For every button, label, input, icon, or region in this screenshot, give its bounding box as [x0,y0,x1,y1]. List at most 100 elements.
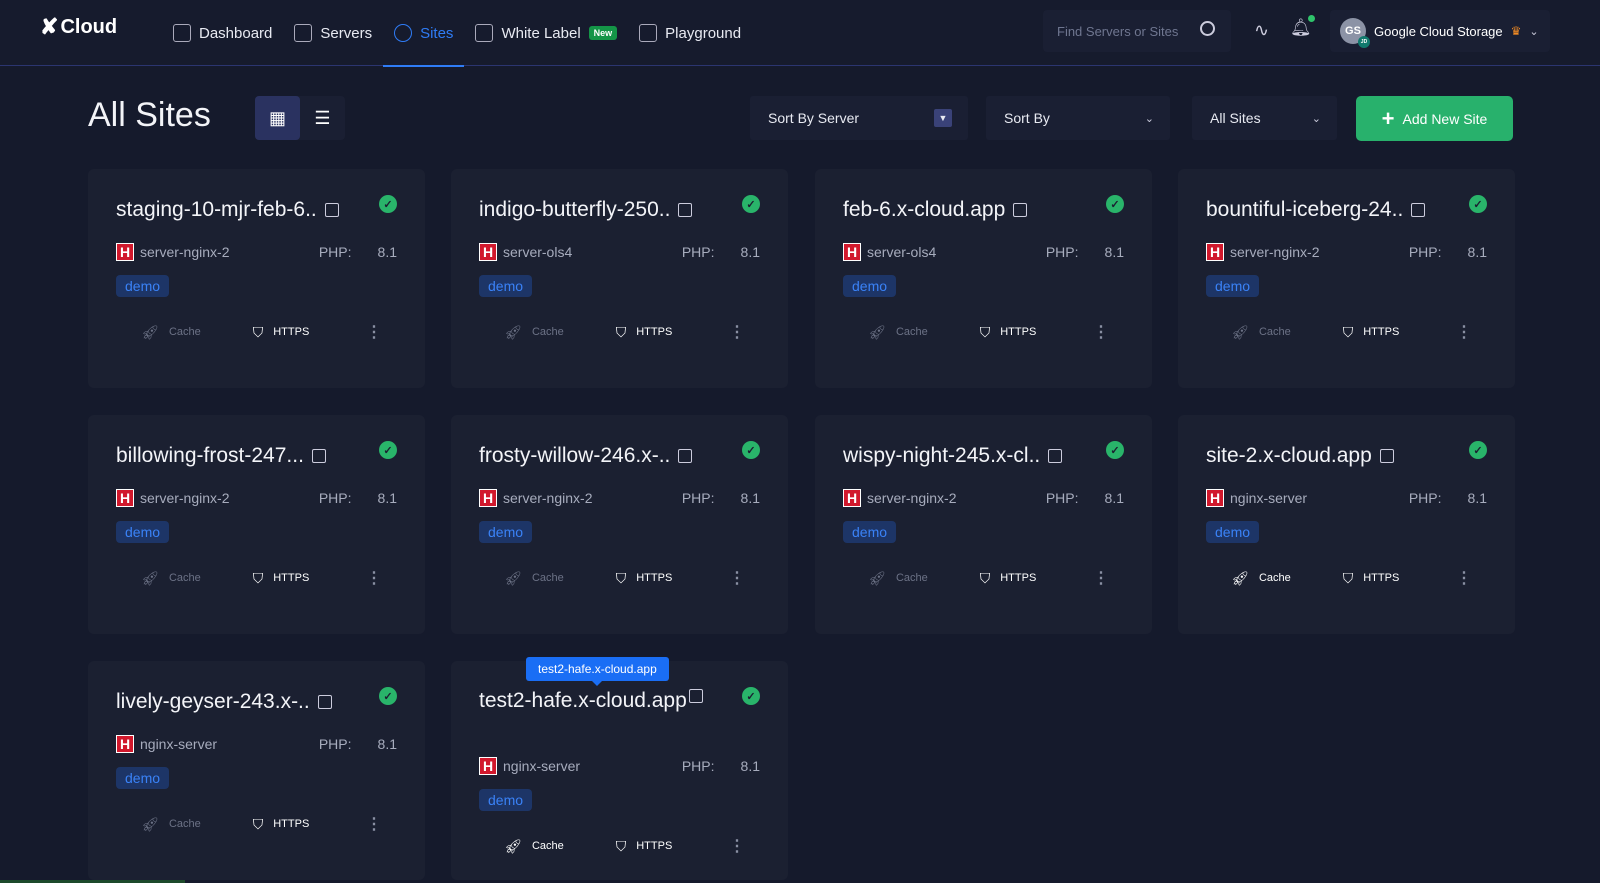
search-input[interactable]: Find Servers or Sites [1043,10,1231,52]
site-name-link[interactable]: site-2.x-cloud.app [1206,444,1372,468]
external-link-icon[interactable] [1411,203,1426,217]
site-name-link[interactable]: bountiful-iceberg-24.. [1206,198,1403,222]
cache-button[interactable]: 🚀︎ Cache [116,324,226,341]
site-tag[interactable]: demo [843,275,897,297]
sort-by-select[interactable]: Sort By ⌄ [986,96,1170,140]
nav-white-label[interactable]: White Label New [464,0,628,66]
server-name[interactable]: server-nginx-2 [140,244,229,260]
external-link-icon[interactable] [678,449,693,463]
shield-icon: ⛉ [252,815,264,832]
site-name-link[interactable]: billowing-frost-247... [116,444,304,468]
site-tag[interactable]: demo [116,275,170,297]
site-name-link[interactable]: staging-10-mjr-feb-6.. [116,198,317,222]
shield-icon: ⛉ [615,837,627,854]
external-link-icon[interactable] [324,203,339,217]
site-tag[interactable]: demo [116,521,170,543]
cache-button[interactable]: 🚀︎ Cache [479,838,589,855]
site-card[interactable]: feb-6.x-cloud.app ✓ H server-ols4 PHP: 8.… [815,169,1152,388]
site-tag[interactable]: demo [479,521,533,543]
site-card[interactable]: indigo-butterfly-250.. ✓ H server-ols4 P… [451,169,788,388]
site-name-link[interactable]: indigo-butterfly-250.. [479,198,670,222]
list-view-button[interactable]: ☰ [300,96,345,140]
site-name-link[interactable]: wispy-night-245.x-cl.. [843,444,1040,468]
server-name[interactable]: server-nginx-2 [1230,244,1319,260]
cache-button[interactable]: 🚀︎ Cache [843,570,953,587]
https-button[interactable]: ⛉ HTTPS [226,570,336,587]
nav-sites[interactable]: Sites [383,0,465,67]
more-options-icon[interactable]: ⋮ [1456,568,1472,588]
site-card[interactable]: bountiful-iceberg-24.. ✓ H server-nginx-… [1178,169,1515,388]
site-tag[interactable]: demo [1206,275,1260,297]
more-options-icon[interactable]: ⋮ [1456,322,1472,342]
https-button[interactable]: ⛉ HTTPS [589,570,699,587]
server-name[interactable]: server-nginx-2 [503,490,592,506]
more-options-icon[interactable]: ⋮ [1093,322,1109,342]
more-options-icon[interactable]: ⋮ [366,568,382,588]
server-name[interactable]: server-ols4 [503,244,572,260]
more-options-icon[interactable]: ⋮ [366,322,382,342]
nav-servers[interactable]: Servers [283,0,383,66]
site-card[interactable]: billowing-frost-247... ✓ H server-nginx-… [88,415,425,634]
sort-by-server-select[interactable]: Sort By Server ▼ [750,96,968,140]
white-label-icon [475,24,494,42]
site-name-link[interactable]: feb-6.x-cloud.app [843,198,1005,222]
external-link-icon[interactable] [317,695,332,709]
external-link-icon[interactable] [311,449,326,463]
https-button[interactable]: ⛉ HTTPS [589,838,699,855]
site-card[interactable]: wispy-night-245.x-cl.. ✓ H server-nginx-… [815,415,1152,634]
cache-button[interactable]: 🚀︎ Cache [116,816,226,833]
cache-button[interactable]: 🚀︎ Cache [479,570,589,587]
logo[interactable]: ✘ Cloud [40,14,117,40]
server-name[interactable]: nginx-server [503,758,580,774]
https-button[interactable]: ⛉ HTTPS [226,816,336,833]
activity-icon[interactable]: ∿ [1254,20,1269,41]
https-button[interactable]: ⛉ HTTPS [1316,324,1426,341]
nav-dashboard[interactable]: Dashboard [162,0,283,66]
site-tag[interactable]: demo [479,275,533,297]
cache-button[interactable]: 🚀︎ Cache [1206,324,1316,341]
user-menu[interactable]: GS JD Google Cloud Storage ♛ ⌄ [1330,10,1550,52]
https-button[interactable]: ⛉ HTTPS [226,324,336,341]
site-tag[interactable]: demo [1206,521,1260,543]
external-link-icon[interactable] [1379,449,1394,463]
nav-playground[interactable]: Playground [628,0,752,66]
site-tag[interactable]: demo [843,521,897,543]
more-options-icon[interactable]: ⋮ [729,836,745,856]
site-tag[interactable]: demo [116,767,170,789]
cache-button[interactable]: 🚀︎ Cache [116,570,226,587]
more-options-icon[interactable]: ⋮ [366,814,382,834]
more-options-icon[interactable]: ⋮ [1093,568,1109,588]
external-link-icon[interactable] [688,689,703,703]
external-link-icon[interactable] [678,203,693,217]
cache-button[interactable]: 🚀︎ Cache [843,324,953,341]
site-card[interactable]: test2-hafe.x-cloud.app ✓ H nginx-server … [451,661,788,880]
more-options-icon[interactable]: ⋮ [729,322,745,342]
site-name-link[interactable]: lively-geyser-243.x-.. [116,690,310,714]
site-tag[interactable]: demo [479,789,533,811]
more-options-icon[interactable]: ⋮ [729,568,745,588]
https-button[interactable]: ⛉ HTTPS [1316,570,1426,587]
site-card[interactable]: frosty-willow-246.x-.. ✓ H server-nginx-… [451,415,788,634]
grid-view-button[interactable]: ▦ [255,96,300,140]
notification-bell-icon[interactable]: 🔔︎ [1290,15,1315,38]
https-button[interactable]: ⛉ HTTPS [953,570,1063,587]
site-filter-select[interactable]: All Sites ⌄ [1192,96,1337,140]
https-button[interactable]: ⛉ HTTPS [589,324,699,341]
cache-button[interactable]: 🚀︎ Cache [479,324,589,341]
site-card[interactable]: staging-10-mjr-feb-6.. ✓ H server-nginx-… [88,169,425,388]
site-card[interactable]: lively-geyser-243.x-.. ✓ H nginx-server … [88,661,425,880]
server-name[interactable]: nginx-server [1230,490,1307,506]
site-card[interactable]: site-2.x-cloud.app ✓ H nginx-server PHP:… [1178,415,1515,634]
add-new-site-button[interactable]: + Add New Site [1356,96,1513,141]
external-link-icon[interactable] [1013,203,1028,217]
external-link-icon[interactable] [1048,449,1063,463]
https-button[interactable]: ⛉ HTTPS [953,324,1063,341]
server-name[interactable]: nginx-server [140,736,217,752]
server-name[interactable]: server-ols4 [867,244,936,260]
site-name-link[interactable]: frosty-willow-246.x-.. [479,444,670,468]
server-name[interactable]: server-nginx-2 [140,490,229,506]
server-name[interactable]: server-nginx-2 [867,490,956,506]
cache-button[interactable]: 🚀︎ Cache [1206,570,1316,587]
site-name-link[interactable]: test2-hafe.x-cloud.app [479,689,687,713]
search-icon[interactable] [1200,21,1215,36]
